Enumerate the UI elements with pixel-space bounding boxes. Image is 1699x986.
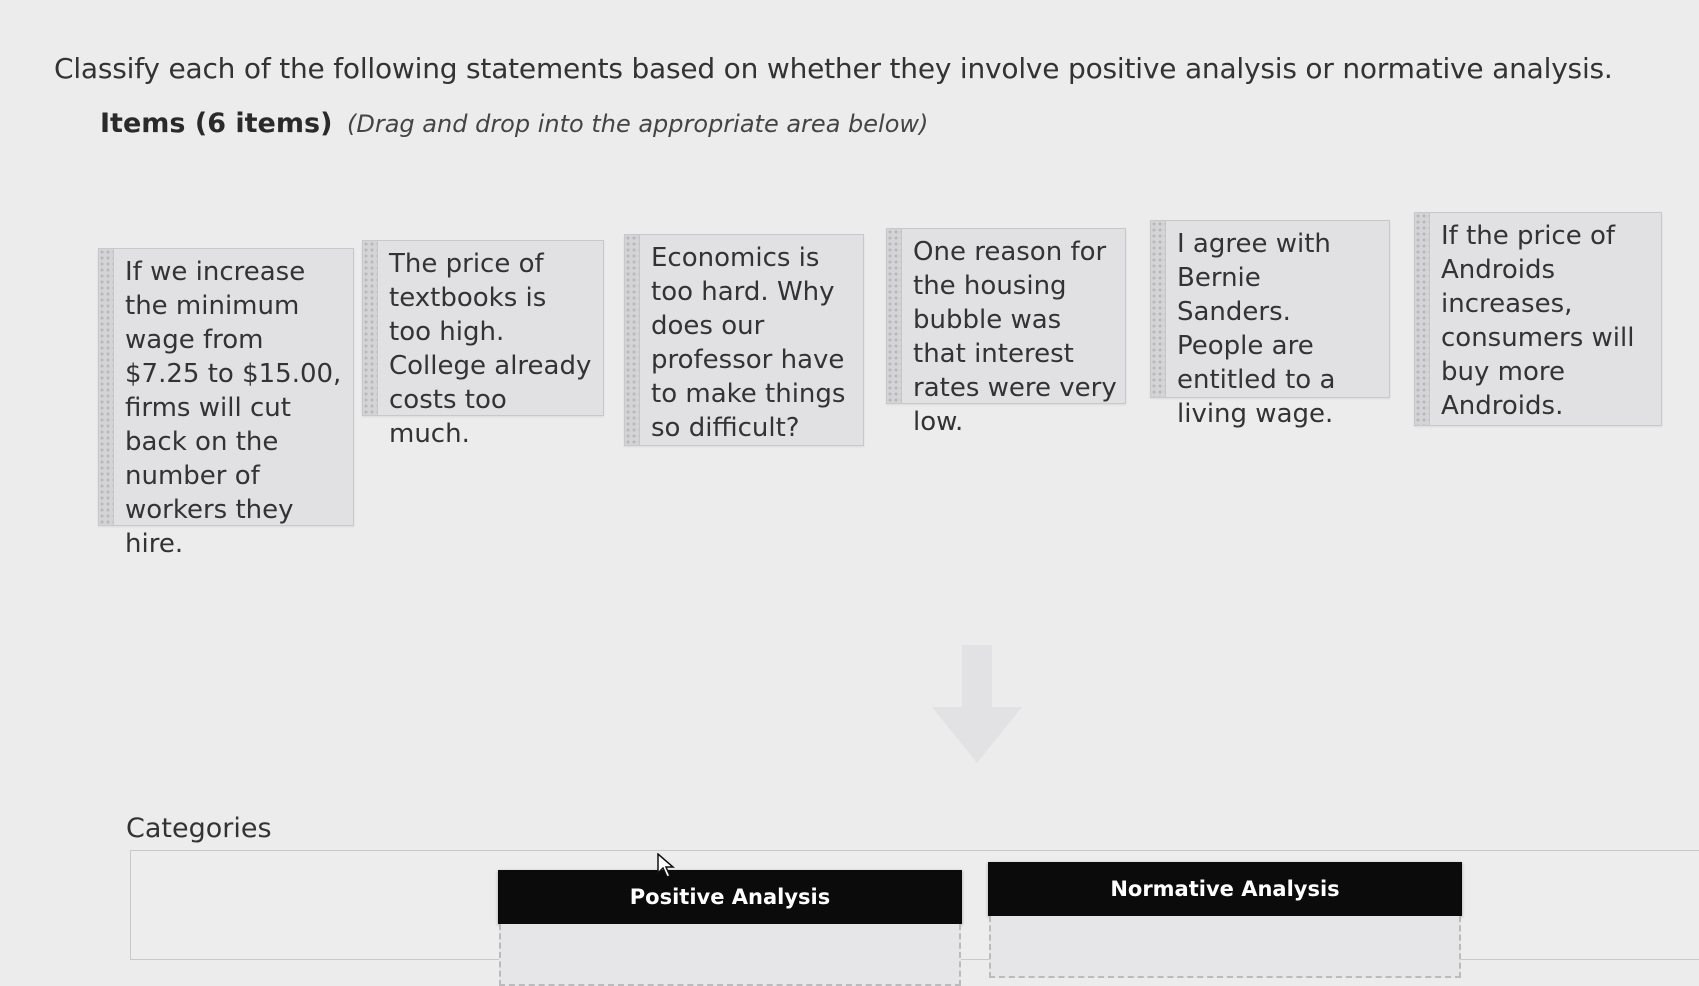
drag-handle[interactable] <box>1415 213 1430 425</box>
category-normative-analysis[interactable]: Normative Analysis <box>988 862 1462 978</box>
draggable-item[interactable]: I agree with Bernie Sanders. People are … <box>1150 220 1390 429</box>
mouse-pointer-icon <box>657 853 675 878</box>
drag-handle[interactable] <box>625 235 640 445</box>
item-text: The price of textbooks is too high. Coll… <box>389 249 592 449</box>
draggable-item[interactable]: The price of textbooks is too high. Coll… <box>362 240 604 449</box>
item-text: One reason for the housing bubble was th… <box>913 237 1117 437</box>
question-prompt: Classify each of the following statement… <box>54 52 1613 85</box>
drop-zone[interactable] <box>989 916 1461 978</box>
category-header: Positive Analysis <box>498 870 962 924</box>
draggable-item[interactable]: If the price of Androids increases, cons… <box>1414 212 1662 426</box>
category-header: Normative Analysis <box>988 862 1462 916</box>
category-positive-analysis[interactable]: Positive Analysis <box>498 870 962 986</box>
categories-label: Categories <box>126 813 272 844</box>
item-text: I agree with Bernie Sanders. People are … <box>1177 229 1336 429</box>
drop-zone[interactable] <box>499 924 961 986</box>
item-text: If we increase the minimum wage from $7.… <box>125 257 342 559</box>
item-text: If the price of Androids increases, cons… <box>1441 221 1635 421</box>
draggable-item[interactable]: Economics is too hard. Why does our prof… <box>624 234 864 446</box>
drag-handle[interactable] <box>99 249 114 525</box>
drag-handle[interactable] <box>887 229 902 403</box>
items-count-label: Items (6 items) <box>100 108 333 139</box>
drag-handle[interactable] <box>1151 221 1166 397</box>
item-text: Economics is too hard. Why does our prof… <box>651 243 846 443</box>
draggable-item[interactable]: If we increase the minimum wage from $7.… <box>98 248 354 559</box>
draggable-item[interactable]: One reason for the housing bubble was th… <box>886 228 1126 437</box>
arrow-down-icon <box>932 645 1022 763</box>
drag-handle[interactable] <box>363 241 378 415</box>
drag-drop-hint: (Drag and drop into the appropriate area… <box>347 110 929 138</box>
items-heading: Items (6 items) (Drag and drop into the … <box>100 108 928 139</box>
